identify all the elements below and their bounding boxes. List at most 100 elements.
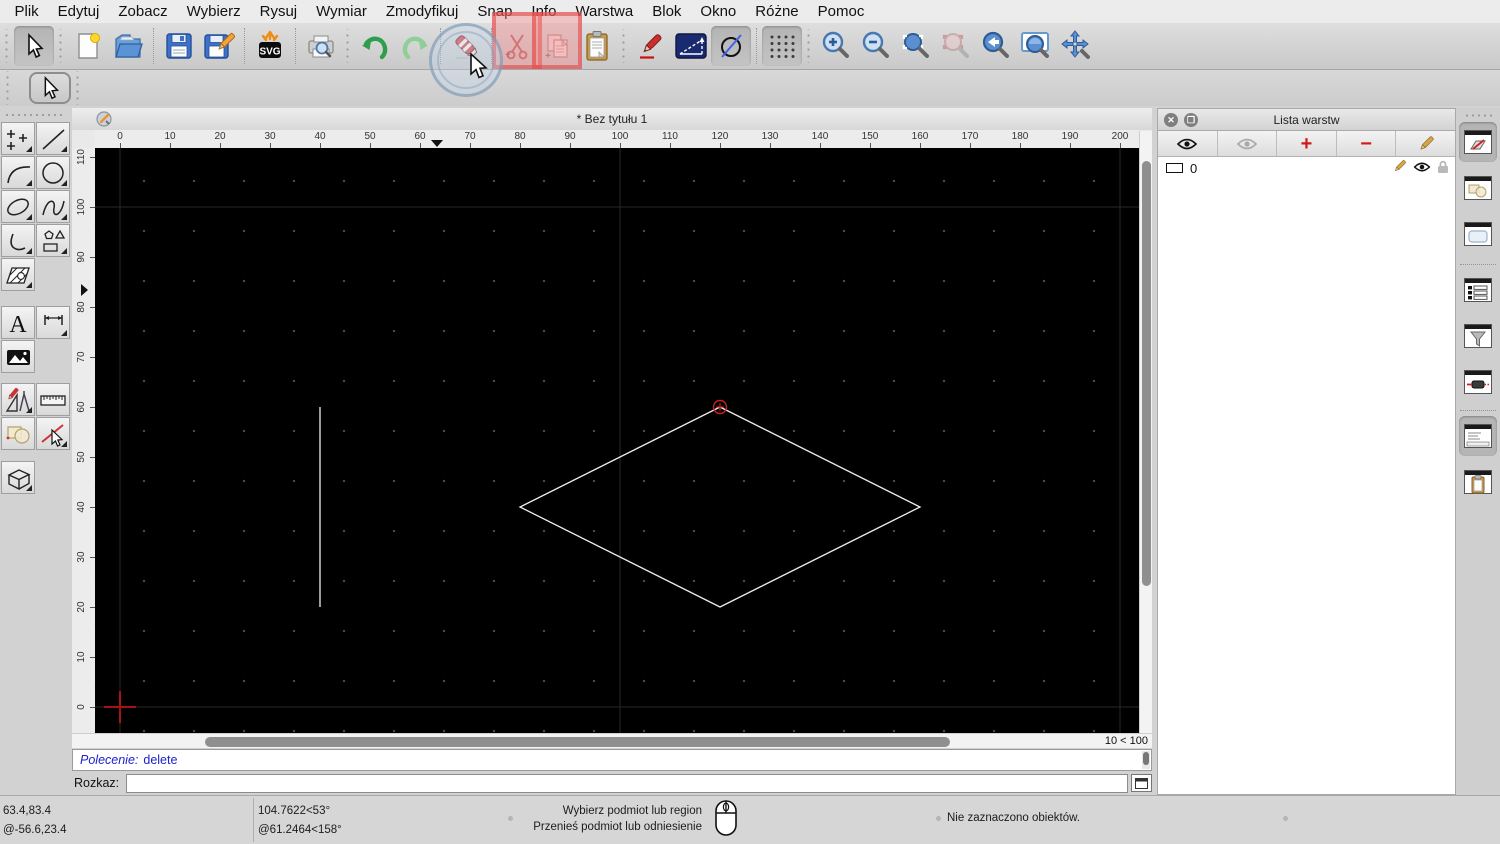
save-button[interactable] xyxy=(159,26,199,66)
zoom-window-button[interactable] xyxy=(1016,26,1056,66)
remove-layer-button[interactable]: − xyxy=(1337,131,1397,156)
shapes-tool[interactable] xyxy=(36,224,70,257)
command-input[interactable] xyxy=(126,774,1128,793)
menu-item-rysuj[interactable]: Rysuj xyxy=(250,3,307,20)
modify-tools[interactable] xyxy=(1,383,35,416)
layer-row[interactable]: 0 xyxy=(1158,157,1455,179)
cut-button[interactable]: + xyxy=(497,26,537,66)
hatch-tool[interactable] xyxy=(1,258,35,291)
hide-all-layers-button[interactable] xyxy=(1218,131,1278,156)
circle-tool[interactable] xyxy=(36,156,70,189)
undo-button[interactable] xyxy=(355,26,395,66)
v-ruler-label: 30 xyxy=(76,546,90,568)
show-all-layers-button[interactable] xyxy=(1158,131,1218,156)
v-ruler-label: 0 xyxy=(76,696,90,718)
menu-item-pomoc[interactable]: Pomoc xyxy=(808,3,874,20)
vertical-scrollbar[interactable] xyxy=(1139,131,1152,733)
clipboard-widget-toggle[interactable] xyxy=(1459,462,1497,502)
points-tool[interactable] xyxy=(1,122,35,155)
zoom-pan-button[interactable] xyxy=(1056,26,1096,66)
command-history-scrollbar[interactable] xyxy=(1142,751,1150,769)
toolbar-separator xyxy=(440,28,441,64)
drawing-window-titlebar[interactable]: * Bez tytułu 1 xyxy=(72,108,1152,130)
menu-item-zobacz[interactable]: Zobacz xyxy=(109,3,177,20)
boolean-tool[interactable] xyxy=(1,417,35,450)
zoom-auto-button[interactable] xyxy=(896,26,936,66)
dimension-tool[interactable] xyxy=(36,306,70,339)
measure-tool[interactable] xyxy=(36,383,70,416)
toolbar-drag-handle[interactable] xyxy=(74,71,82,105)
layer-visibility-eye-icon[interactable] xyxy=(1413,161,1431,173)
menu-item-okno[interactable]: Okno xyxy=(691,3,746,20)
toolbar-drag-handle[interactable] xyxy=(3,29,11,63)
construction-circle-button[interactable] xyxy=(711,26,751,66)
layer-edit-pencil-icon[interactable] xyxy=(1392,159,1407,174)
statusbar-dot xyxy=(936,816,941,821)
delete-button[interactable] xyxy=(446,26,486,66)
cad-polygon[interactable] xyxy=(520,407,920,607)
menu-item-edytuj[interactable]: Edytuj xyxy=(48,3,109,20)
drawing-canvas[interactable] xyxy=(95,148,1139,733)
zoom-selection-button[interactable] xyxy=(936,26,976,66)
filter-widget-toggle[interactable] xyxy=(1459,316,1497,356)
zoom-out-icon xyxy=(860,30,892,62)
layer-panel-titlebar[interactable]: ✕ ❐ Lista warstw xyxy=(1158,109,1455,131)
dock-drag-handle[interactable] xyxy=(1464,113,1492,118)
line-tool[interactable] xyxy=(36,122,70,155)
points-icon xyxy=(4,125,32,153)
image-tool[interactable] xyxy=(1,340,35,373)
copy-button[interactable]: + xyxy=(537,26,577,66)
menu-item-wybierz[interactable]: Wybierz xyxy=(177,3,250,20)
toolbar-drag-handle[interactable] xyxy=(620,29,628,63)
selection-pointer-button[interactable] xyxy=(29,72,71,104)
save-as-button[interactable] xyxy=(199,26,239,66)
spline-tool[interactable] xyxy=(36,190,70,223)
menu-item-zmodyfikuj[interactable]: Zmodyfikuj xyxy=(376,3,468,20)
layer-lock-icon[interactable] xyxy=(1437,160,1449,174)
paste-button[interactable] xyxy=(577,26,617,66)
redo-button[interactable] xyxy=(395,26,435,66)
menu-item-plik[interactable]: Plik xyxy=(5,3,48,20)
entity-list-toggle[interactable] xyxy=(1459,270,1497,310)
toolbar-drag-handle[interactable] xyxy=(4,71,12,105)
open-file-button[interactable] xyxy=(108,26,148,66)
vertical-scrollbar-thumb[interactable] xyxy=(1142,161,1151,586)
select-entity-tool[interactable] xyxy=(36,417,70,450)
menu-item-różne[interactable]: Różne xyxy=(746,3,808,20)
layer-color-swatch[interactable] xyxy=(1166,163,1183,173)
solid-3d-tool[interactable] xyxy=(1,461,35,494)
polyline-tool[interactable] xyxy=(1,224,35,257)
layers-widget-icon xyxy=(1464,130,1492,154)
plus-icon: + xyxy=(1301,134,1313,154)
select-tool-button[interactable] xyxy=(14,26,54,66)
zoom-previous-button[interactable] xyxy=(976,26,1016,66)
command-options-button[interactable] xyxy=(1131,774,1152,792)
menu-item-wymiar[interactable]: Wymiar xyxy=(307,3,377,20)
toolbar-drag-handle[interactable] xyxy=(344,29,352,63)
toolbar-drag-handle[interactable] xyxy=(805,29,813,63)
edit-layer-button[interactable] xyxy=(1396,131,1455,156)
grid-toggle-button[interactable] xyxy=(762,26,802,66)
draw-pen-button[interactable] xyxy=(631,26,671,66)
command-widget-toggle[interactable] xyxy=(1459,416,1497,456)
zoom-in-button[interactable] xyxy=(816,26,856,66)
line-draft-mode-button[interactable] xyxy=(671,26,711,66)
tool-palette: A xyxy=(0,106,72,795)
menu-item-blok[interactable]: Blok xyxy=(643,3,691,20)
export-svg-button[interactable]: SVG xyxy=(250,26,290,66)
toolbar-drag-handle[interactable] xyxy=(57,29,65,63)
layer-list-toggle[interactable] xyxy=(1459,122,1497,162)
palette-drag-handle[interactable] xyxy=(4,112,66,118)
block-list-toggle[interactable] xyxy=(1459,168,1497,208)
horizontal-scrollbar[interactable]: 10 < 100 xyxy=(72,733,1152,748)
print-preview-button[interactable] xyxy=(301,26,341,66)
arc-tool[interactable] xyxy=(1,156,35,189)
ellipse-tool[interactable] xyxy=(1,190,35,223)
add-layer-button[interactable]: + xyxy=(1277,131,1337,156)
text-tool[interactable]: A xyxy=(1,306,35,339)
new-document-button[interactable] xyxy=(68,26,108,66)
pen-palette-toggle[interactable] xyxy=(1459,362,1497,402)
library-browser-toggle[interactable] xyxy=(1459,214,1497,254)
horizontal-scrollbar-thumb[interactable] xyxy=(205,737,950,747)
zoom-out-button[interactable] xyxy=(856,26,896,66)
